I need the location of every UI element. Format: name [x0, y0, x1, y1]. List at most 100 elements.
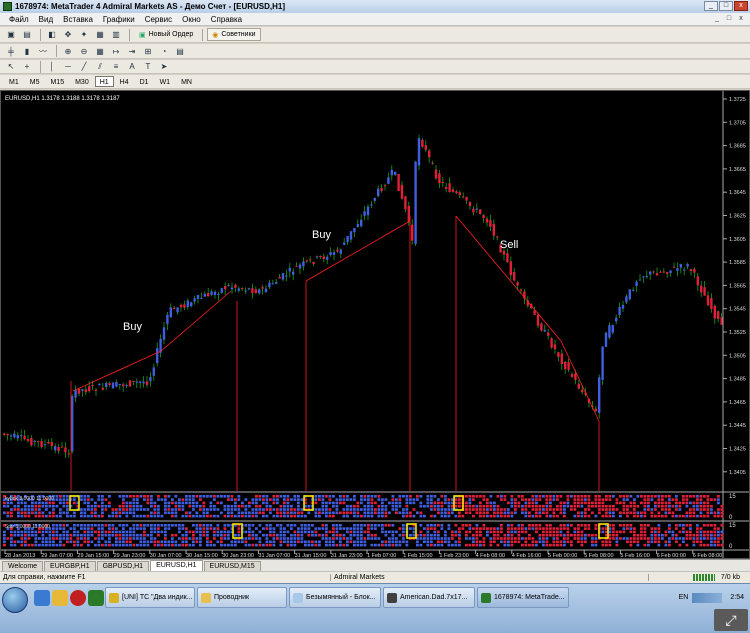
- menu-insert[interactable]: Вставка: [58, 15, 98, 24]
- market-watch-icon[interactable]: ◧: [45, 28, 59, 41]
- task-video[interactable]: American.Dad.7x17...: [383, 587, 475, 608]
- indicator1-cell: [90, 504, 94, 508]
- timeframe-m5[interactable]: M5: [25, 76, 45, 87]
- close-button[interactable]: x: [734, 1, 748, 11]
- zoom-out-icon[interactable]: ⊖: [77, 45, 91, 58]
- indicator1-cell: [286, 501, 290, 505]
- menu-file[interactable]: Файл: [4, 15, 34, 24]
- indicator1-cell: [115, 511, 118, 515]
- profiles-icon[interactable]: ▤: [20, 28, 34, 41]
- indicator1-cell: [248, 501, 251, 505]
- arrows-icon[interactable]: ➤: [157, 60, 171, 73]
- indicator1-cell: [668, 504, 671, 508]
- tab-eurusd-m15[interactable]: EURUSD,M15: [203, 561, 261, 571]
- clock[interactable]: 2:54: [726, 594, 748, 601]
- horizontal-line-icon[interactable]: ─: [61, 60, 75, 73]
- indicator2-cell: [94, 543, 97, 547]
- cursor-icon[interactable]: ↖: [4, 60, 18, 73]
- chart-tabs: Welcome EURGBP,H1 GBPUSD,H1 EURUSD,H1 EU…: [0, 559, 750, 571]
- new-chart-icon[interactable]: ▣: [4, 28, 18, 41]
- indicators-icon[interactable]: ⊞: [141, 45, 155, 58]
- mdi-restore-button[interactable]: □: [724, 14, 734, 23]
- indicator2-cell: [129, 527, 132, 530]
- trendline-icon[interactable]: ╱: [77, 60, 91, 73]
- indicator1-cell: [129, 501, 132, 505]
- zoom-in-icon[interactable]: ⊕: [61, 45, 75, 58]
- periods-icon[interactable]: ◔: [157, 45, 171, 58]
- explorer-icon[interactable]: [52, 590, 68, 606]
- autoscroll-icon[interactable]: ↦: [109, 45, 123, 58]
- line-chart-icon[interactable]: 〰: [36, 45, 50, 58]
- indicator2-cell: [181, 533, 185, 537]
- indicator2-cell: [426, 524, 430, 527]
- timeframe-w1[interactable]: W1: [155, 76, 176, 87]
- navigator-icon[interactable]: ✦: [77, 28, 91, 41]
- indicator2-cell: [150, 533, 153, 537]
- chart-shift-icon[interactable]: ⇥: [125, 45, 139, 58]
- equidistant-channel-icon[interactable]: ⫽: [93, 60, 107, 73]
- chart-window[interactable]: 1.3725 1.3705 1.3685 1.3665 1.3645 1.3625 1.36…: [0, 90, 750, 559]
- indicator1-cell: [465, 501, 468, 505]
- strategy-tester-icon[interactable]: ▥: [109, 28, 123, 41]
- ie-icon[interactable]: [34, 590, 50, 606]
- resize-overlay-icon[interactable]: ⤢: [714, 609, 748, 631]
- task-notepad[interactable]: Безымянный - Блок...: [289, 587, 381, 608]
- tab-eurusd-h1[interactable]: EURUSD,H1: [150, 560, 203, 571]
- timeframe-h1[interactable]: H1: [94, 76, 114, 87]
- menu-help[interactable]: Справка: [206, 15, 247, 24]
- timeframe-m30[interactable]: M30: [70, 76, 94, 87]
- timeframe-mn[interactable]: MN: [176, 76, 197, 87]
- indicator2-cell: [447, 540, 451, 544]
- data-window-icon[interactable]: ✥: [61, 28, 75, 41]
- menu-charts[interactable]: Графики: [98, 15, 140, 24]
- experts-button[interactable]: ◉ Советники: [207, 28, 261, 41]
- indicator1-cell: [486, 508, 489, 511]
- indicator1-cell: [283, 495, 286, 498]
- timeframe-h4[interactable]: H4: [115, 76, 134, 87]
- task-explorer[interactable]: Проводник: [197, 587, 287, 608]
- fibonacci-icon[interactable]: ≡: [109, 60, 123, 73]
- indicator2-cell: [97, 540, 101, 544]
- candlestick-icon[interactable]: ▮: [20, 45, 34, 58]
- start-button[interactable]: [2, 587, 28, 613]
- new-order-button[interactable]: ▣ Новый Ордер: [134, 28, 198, 41]
- vertical-line-icon[interactable]: │: [45, 60, 59, 73]
- text-label-icon[interactable]: T: [141, 60, 155, 73]
- candle-body: [186, 300, 189, 308]
- menu-tools[interactable]: Сервис: [140, 15, 177, 24]
- indicator2-cell: [181, 527, 185, 530]
- menu-view[interactable]: Вид: [34, 15, 58, 24]
- timeframe-d1[interactable]: D1: [135, 76, 154, 87]
- indicator2-cell: [52, 540, 55, 544]
- mdi-minimize-button[interactable]: _: [712, 14, 722, 23]
- indicator2-cell: [297, 540, 300, 544]
- mdi-close-button[interactable]: x: [736, 14, 746, 23]
- timeframe-m15[interactable]: M15: [45, 76, 69, 87]
- indicator1-cell: [657, 514, 661, 518]
- opera-icon[interactable]: [70, 590, 86, 606]
- indicator1-cell: [262, 508, 265, 511]
- tile-windows-icon[interactable]: ▦: [93, 45, 107, 58]
- tab-eurgbp-h1[interactable]: EURGBP,H1: [44, 561, 96, 571]
- crosshair-icon[interactable]: +: [20, 60, 34, 73]
- templates-icon[interactable]: ▤: [173, 45, 187, 58]
- indicator2-cell: [650, 537, 654, 540]
- tab-welcome[interactable]: Welcome: [2, 561, 44, 571]
- minimize-button[interactable]: _: [704, 1, 718, 11]
- menu-window[interactable]: Окно: [177, 15, 206, 24]
- price-chart[interactable]: 1.37251.37051.36851.36651.36451.36251.36…: [1, 91, 749, 559]
- indicator1-cell: [640, 511, 643, 515]
- terminal-icon[interactable]: ▦: [93, 28, 107, 41]
- text-tool-icon[interactable]: A: [125, 60, 139, 73]
- candle-body: [339, 249, 342, 254]
- tray-icons[interactable]: [692, 592, 723, 603]
- tab-gbpusd-h1[interactable]: GBPUSD,H1: [96, 561, 150, 571]
- maximize-button[interactable]: □: [719, 1, 733, 11]
- mt4-quick-icon[interactable]: [88, 590, 104, 606]
- indicator1-cell: [262, 498, 265, 501]
- task-mt4[interactable]: 1678974: MetaTrade...: [477, 587, 569, 608]
- timeframe-m1[interactable]: M1: [4, 76, 24, 87]
- bar-chart-icon[interactable]: ╪: [4, 45, 18, 58]
- language-indicator[interactable]: EN: [679, 594, 689, 601]
- task-chrome[interactable]: [UNI] ТС "Два индик...: [105, 587, 195, 608]
